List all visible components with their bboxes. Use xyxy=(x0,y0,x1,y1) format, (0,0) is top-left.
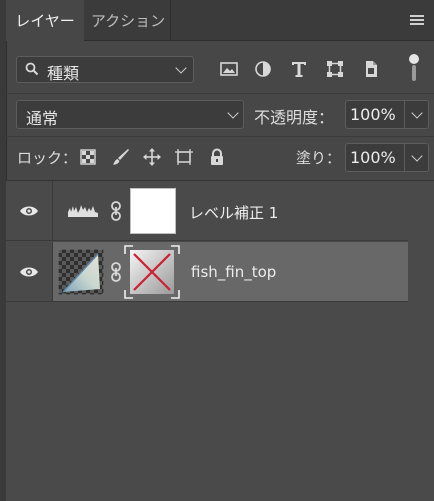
lock-label: ロック： xyxy=(17,149,78,167)
levels-adjustment-icon xyxy=(68,205,98,217)
tab-layers[interactable]: レイヤー xyxy=(6,0,84,41)
layer-filter-row: 種類 xyxy=(6,41,434,93)
fill-dropdown[interactable] xyxy=(405,143,429,172)
lock-artboard-icon[interactable] xyxy=(174,147,194,167)
lock-image-pixels-icon[interactable] xyxy=(111,147,131,167)
tab-separator xyxy=(170,0,171,40)
fill-label: 塗り： xyxy=(296,149,342,167)
visibility-toggle[interactable] xyxy=(6,181,53,240)
tab-bar: レイヤー アクション xyxy=(6,0,434,41)
image-filter-icon[interactable] xyxy=(218,58,240,80)
layer-thumbnail[interactable] xyxy=(58,249,104,295)
panel-menu-icon[interactable] xyxy=(410,15,424,27)
type-filter-icon[interactable] xyxy=(288,58,310,80)
fill-input[interactable]: 100% xyxy=(345,143,405,172)
chevron-down-icon xyxy=(411,107,423,119)
divider xyxy=(6,136,434,137)
adjustment-filter-icon[interactable] xyxy=(252,58,274,80)
layer-row-fish-fin-top[interactable]: fish_fin_top xyxy=(6,242,408,302)
layer-mask-thumbnail[interactable] xyxy=(130,188,176,234)
layer-row-levels[interactable]: レベル補正 1 xyxy=(6,181,408,241)
lock-position-icon[interactable] xyxy=(142,147,162,167)
filter-toggle[interactable] xyxy=(409,54,419,84)
lock-all-icon[interactable] xyxy=(207,147,227,167)
link-chain-icon[interactable] xyxy=(110,201,122,221)
layer-name[interactable]: fish_fin_top xyxy=(191,263,276,281)
filter-kind-label: 種類 xyxy=(47,64,80,83)
layer-name[interactable]: レベル補正 1 xyxy=(189,202,278,223)
visibility-toggle[interactable] xyxy=(6,242,53,301)
tab-actions[interactable]: アクション xyxy=(86,0,170,40)
lock-transparent-pixels-icon[interactable] xyxy=(78,147,98,167)
opacity-dropdown[interactable] xyxy=(405,100,429,129)
layers-panel: レイヤー アクション 種類 通常 不透明度： 100% ロック： 塗り： 100… xyxy=(0,0,434,501)
link-chain-icon[interactable] xyxy=(110,262,122,282)
filter-kind-select[interactable]: 種類 xyxy=(16,56,194,83)
blend-mode-select[interactable]: 通常 xyxy=(16,100,244,129)
search-icon xyxy=(25,62,39,76)
eye-icon xyxy=(20,267,38,276)
chevron-down-icon xyxy=(227,107,239,119)
opacity-input[interactable]: 100% xyxy=(345,100,405,129)
chevron-down-icon xyxy=(411,150,423,162)
blend-mode-label: 通常 xyxy=(26,109,59,128)
chevron-down-icon xyxy=(175,62,187,74)
opacity-label: 不透明度： xyxy=(254,108,335,127)
layers-list: レベル補正 1 fish_fin_top xyxy=(6,181,434,501)
divider xyxy=(6,93,434,94)
shape-filter-icon[interactable] xyxy=(324,58,346,80)
layer-mask-thumbnail[interactable] xyxy=(124,245,180,299)
smart-object-filter-icon[interactable] xyxy=(360,58,382,80)
eye-icon xyxy=(20,206,38,215)
